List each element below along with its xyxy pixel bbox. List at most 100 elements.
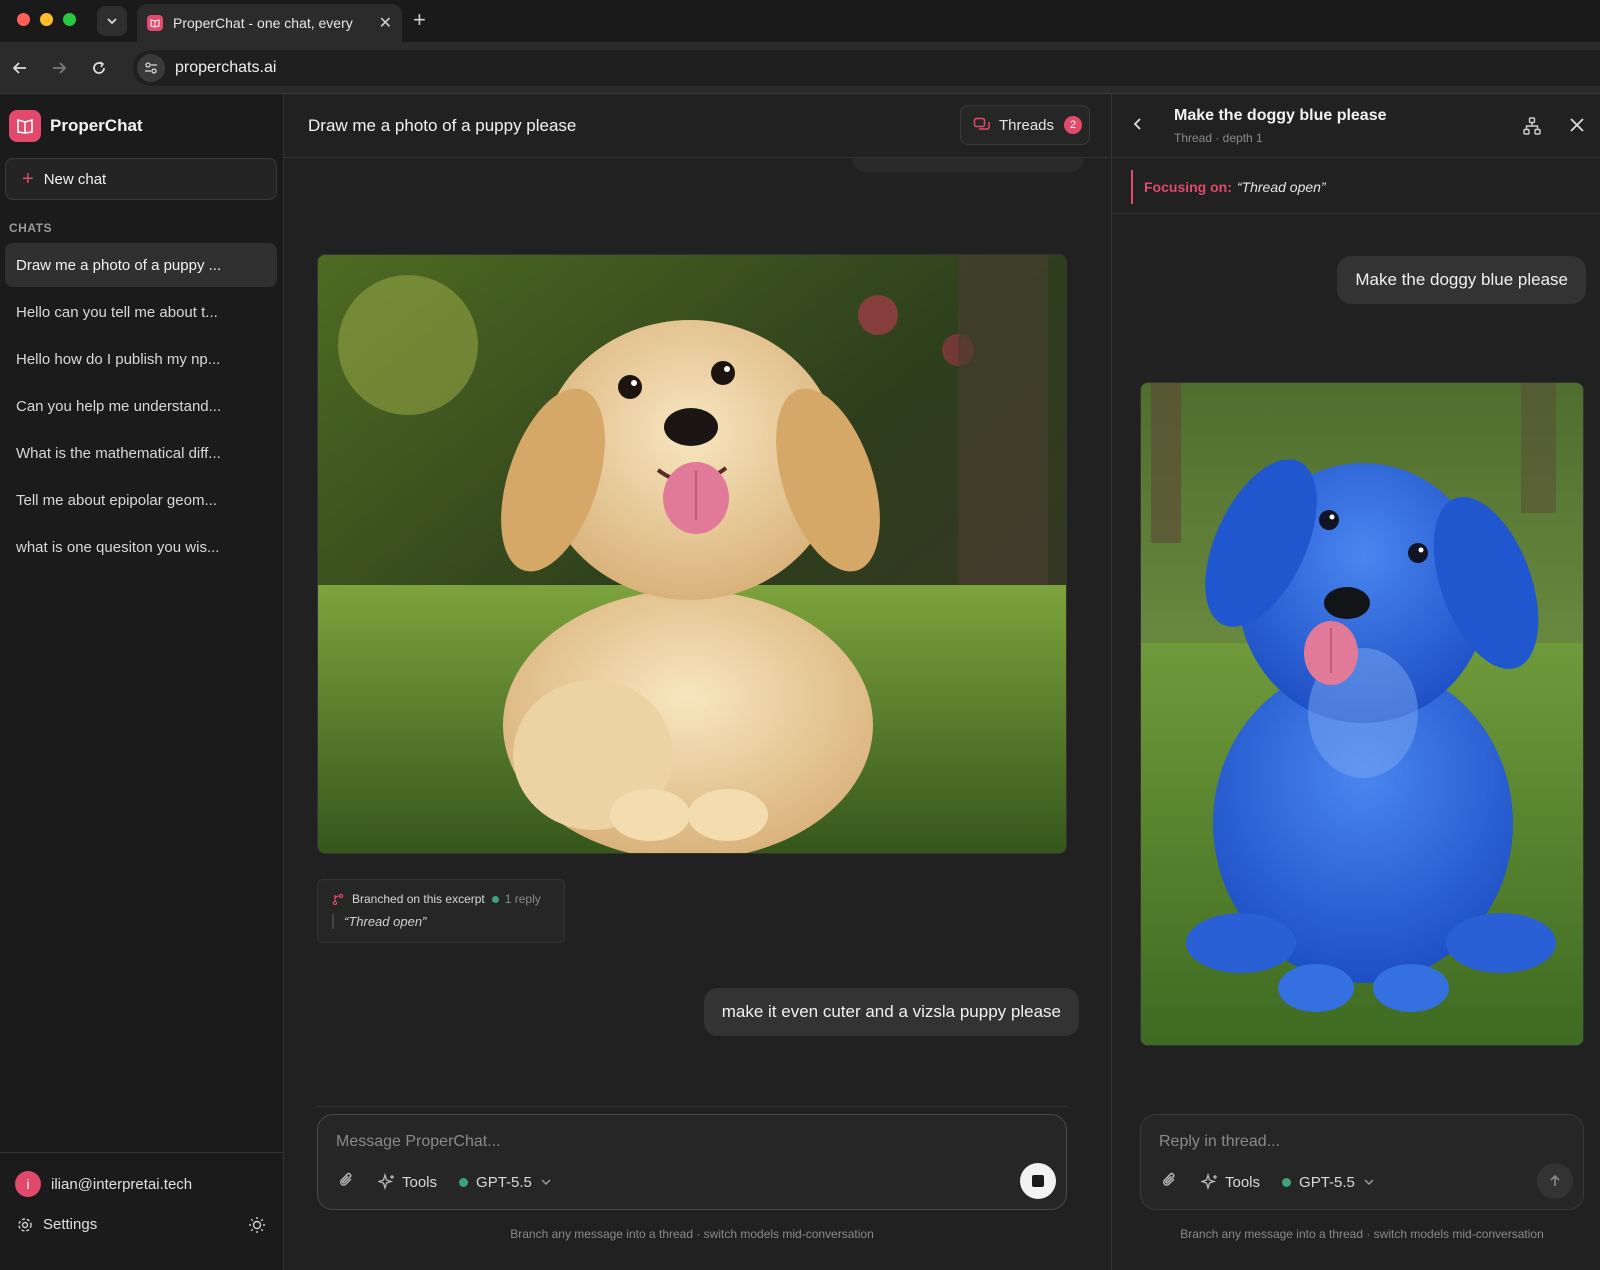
new-chat-label: New chat: [43, 170, 107, 188]
chat-list-item[interactable]: Can you help me understand...: [5, 384, 277, 428]
site-settings-icon[interactable]: [137, 54, 165, 82]
threads-count-badge: 2: [1064, 116, 1083, 134]
arrow-right-icon: [53, 62, 67, 74]
threads-button[interactable]: Threads 2: [960, 105, 1090, 145]
model-selector[interactable]: GPT-5.5: [1282, 1174, 1375, 1191]
thread-tree-button[interactable]: [1522, 116, 1542, 141]
paperclip-icon: [1163, 1172, 1175, 1186]
composer-divider: [317, 1106, 1067, 1107]
settings-button[interactable]: Settings: [17, 1216, 97, 1233]
tab-title: ProperChat - one chat, every: [173, 15, 353, 31]
avatar: i: [15, 1171, 41, 1197]
chevron-down-icon: [1364, 1179, 1374, 1186]
thread-back-button[interactable]: [1130, 116, 1146, 137]
send-button[interactable]: [1537, 1163, 1573, 1199]
branch-card[interactable]: Branched on this excerpt 1 reply “Thread…: [317, 879, 565, 943]
golden-puppy-image[interactable]: [317, 254, 1067, 854]
thread-footer-note: Branch any message into a thread · switc…: [1180, 1227, 1544, 1241]
hierarchy-icon: [1523, 117, 1541, 135]
blue-puppy-image[interactable]: [1140, 382, 1584, 1046]
tools-button[interactable]: Tools: [378, 1173, 437, 1191]
branch-quote: “Thread open”: [332, 914, 426, 929]
attach-button[interactable]: [1161, 1171, 1179, 1193]
sparkles-icon: [378, 1173, 394, 1191]
model-status-dot: [459, 1177, 469, 1187]
window-maximize-button[interactable]: [63, 13, 76, 26]
properchat-logo-icon: [9, 110, 41, 142]
tools-button[interactable]: Tools: [1201, 1173, 1260, 1191]
message-composer: Tools GPT-5.5: [317, 1114, 1067, 1210]
thread-panel: Make the doggy blue please Thread · dept…: [1112, 94, 1600, 1270]
chat-list-item[interactable]: Hello how do I publish my np...: [5, 337, 277, 381]
thread-reply-input[interactable]: [1159, 1133, 1539, 1151]
forward-button[interactable]: [47, 56, 71, 80]
user-email: ilian@interpretai.tech: [51, 1175, 193, 1193]
attach-button[interactable]: [338, 1171, 356, 1193]
stop-icon: [1032, 1175, 1044, 1187]
url-text: properchats.ai: [175, 59, 277, 76]
thread-subtitle: Thread · depth 1: [1174, 131, 1263, 145]
browser-tab[interactable]: ProperChat - one chat, every ✕: [137, 4, 402, 42]
stop-generation-button[interactable]: [1020, 1163, 1056, 1199]
theme-toggle-button[interactable]: [248, 1216, 266, 1239]
chats-heading: CHATS: [9, 221, 52, 235]
arrow-left-icon: [12, 62, 26, 74]
sparkles-icon: [1201, 1173, 1217, 1191]
thread-close-button[interactable]: [1568, 116, 1586, 139]
url-field[interactable]: properchats.ai: [133, 50, 1600, 86]
model-label: GPT-5.5: [476, 1173, 532, 1191]
user-message-bubble: make it even cuter and a vizsla puppy pl…: [703, 988, 1079, 1036]
focus-quote: “Thread open”: [1236, 179, 1326, 195]
new-chat-button[interactable]: + New chat: [5, 158, 277, 200]
properchat-favicon-icon: [147, 15, 163, 31]
brand[interactable]: ProperChat: [9, 110, 143, 142]
plus-icon: +: [22, 168, 34, 190]
chat-list-item[interactable]: What is the mathematical diff...: [5, 431, 277, 475]
window-close-button[interactable]: [17, 13, 30, 26]
brand-name: ProperChat: [50, 116, 143, 135]
reload-button[interactable]: [87, 56, 111, 80]
tools-label: Tools: [402, 1173, 438, 1191]
threads-icon: [973, 117, 990, 130]
settings-label: Settings: [43, 1216, 98, 1233]
chat-list-item[interactable]: what is one quesiton you wis...: [5, 525, 277, 569]
paperclip-icon: [340, 1172, 352, 1186]
branch-icon: [332, 893, 344, 905]
previous-message-bubble: [852, 158, 1084, 172]
back-button[interactable]: [8, 56, 32, 80]
sun-icon: [249, 1217, 265, 1233]
close-icon: [1570, 118, 1584, 132]
message-input[interactable]: [336, 1133, 1016, 1151]
tools-label: Tools: [1225, 1173, 1261, 1191]
chat-list-item[interactable]: Tell me about epipolar geom...: [5, 478, 277, 522]
new-tab-button[interactable]: +: [413, 7, 426, 33]
thread-header: Make the doggy blue please Thread · dept…: [1112, 94, 1600, 158]
chat-list-item[interactable]: Draw me a photo of a puppy ...: [5, 243, 277, 287]
user-account[interactable]: i ilian@interpretai.tech: [15, 1171, 192, 1197]
tab-close-icon[interactable]: ✕: [379, 13, 392, 33]
arrow-up-icon: [1550, 1174, 1560, 1186]
tab-search-button[interactable]: [97, 6, 127, 36]
reply-status-dot: [491, 895, 499, 903]
main-chat: Draw me a photo of a puppy please Thread…: [284, 94, 1112, 1270]
chevron-left-icon: [1133, 118, 1141, 130]
browser-tab-bar: ProperChat - one chat, every ✕ +: [0, 0, 1600, 42]
thread-user-message-bubble: Make the doggy blue please: [1337, 256, 1586, 304]
address-bar: properchats.ai: [0, 42, 1600, 94]
chevron-down-icon: [107, 18, 117, 25]
chat-list-item[interactable]: Hello can you tell me about t...: [5, 290, 277, 334]
model-selector[interactable]: GPT-5.5: [459, 1174, 552, 1191]
gear-icon: [18, 1217, 32, 1232]
window-minimize-button[interactable]: [40, 13, 53, 26]
threads-label: Threads: [999, 116, 1055, 134]
reload-icon: [93, 61, 105, 74]
model-label: GPT-5.5: [1299, 1173, 1355, 1191]
thread-composer: Tools GPT-5.5: [1140, 1114, 1584, 1210]
chat-header: Draw me a photo of a puppy please Thread…: [284, 94, 1112, 158]
composer-footer-note: Branch any message into a thread · switc…: [510, 1227, 874, 1241]
chat-title: Draw me a photo of a puppy please: [308, 116, 577, 135]
focus-label: Focusing on:: [1144, 179, 1232, 195]
chat-list: Draw me a photo of a puppy ... Hello can…: [5, 243, 277, 572]
sidebar-divider: [0, 1152, 284, 1153]
branch-label: Branched on this excerpt: [352, 892, 485, 906]
